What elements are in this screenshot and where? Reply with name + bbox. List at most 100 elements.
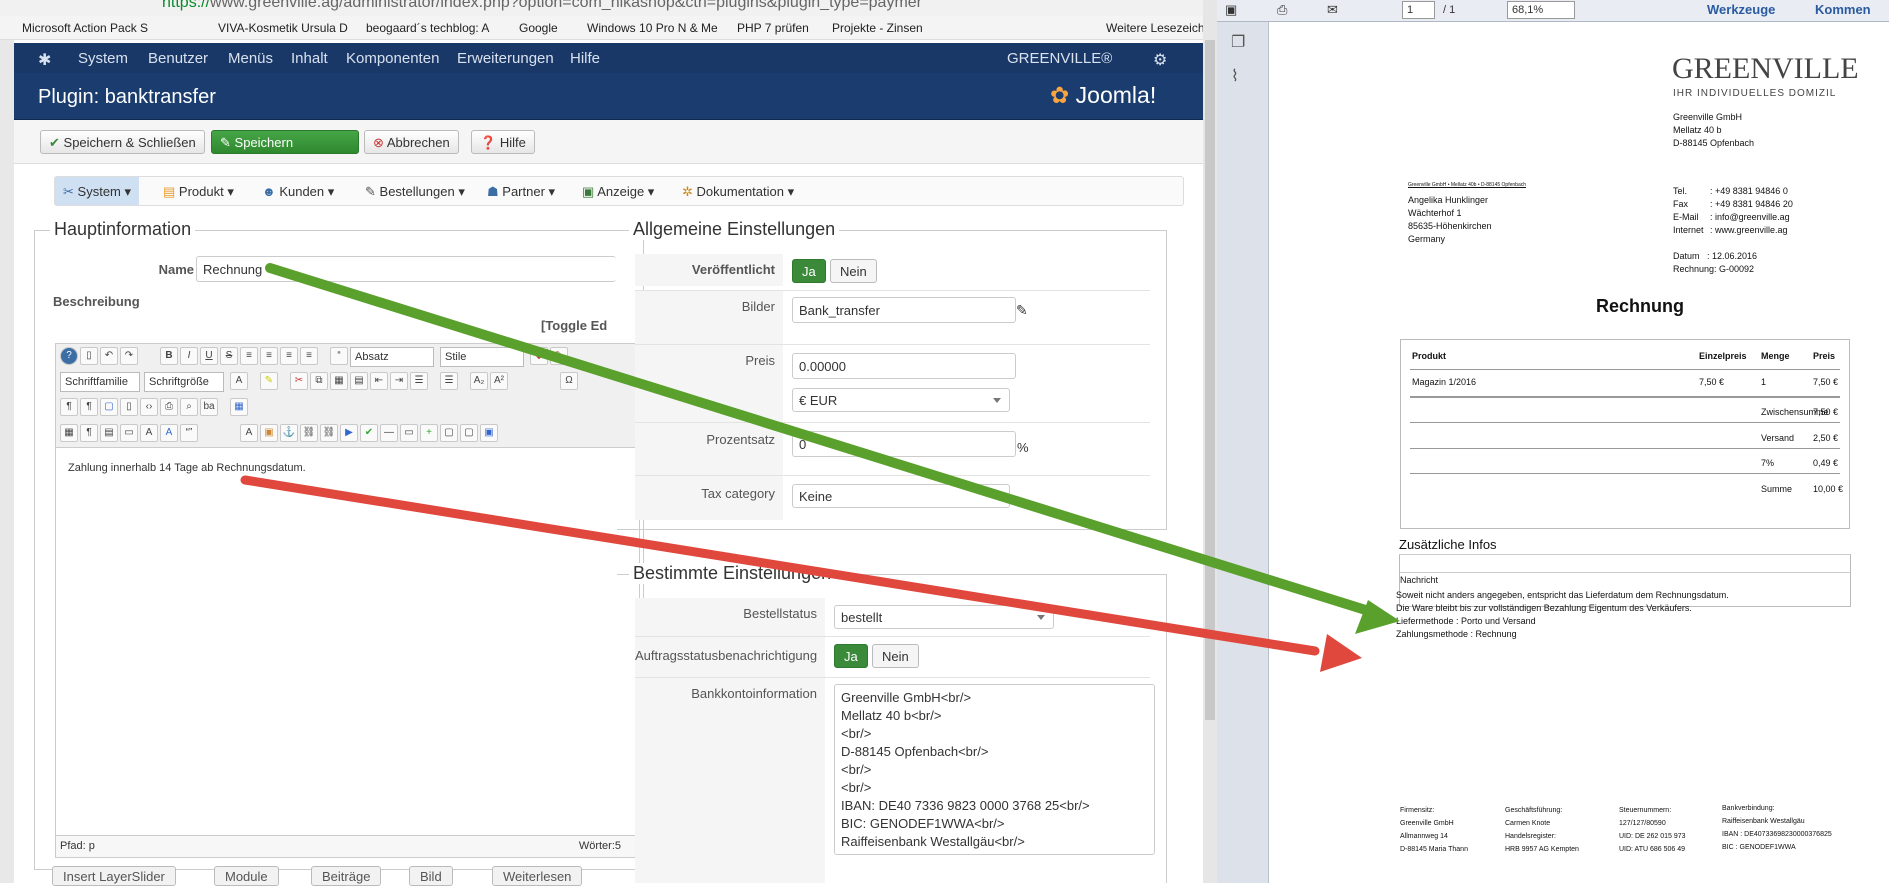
font-icon[interactable]: A (160, 424, 178, 442)
readmore-button[interactable]: Weiterlesen (492, 866, 583, 886)
zoom-select[interactable]: 68,1% (1507, 1, 1575, 19)
rtl-icon[interactable]: ¶ (80, 398, 98, 416)
module-button[interactable]: Module (214, 866, 279, 886)
ltr-icon[interactable]: ¶ (60, 398, 78, 416)
format-select[interactable]: Absatz (350, 347, 434, 367)
table-icon[interactable]: ▦ (230, 398, 248, 416)
joomla-icon[interactable]: ✱ (38, 50, 51, 70)
hika-orders[interactable]: ✎ Bestellungen ▾ (365, 184, 465, 200)
brush-icon[interactable]: ✎ (550, 347, 568, 365)
order-status-select[interactable]: bestellt (834, 605, 1054, 629)
pilcrow-icon[interactable]: ¶ (80, 424, 98, 442)
mail-icon[interactable]: ✉ (1327, 2, 1338, 18)
currency-select[interactable]: € EUR (792, 388, 1010, 412)
notify-yes[interactable]: Ja (834, 644, 868, 668)
new-doc-icon[interactable]: ▯ (80, 347, 98, 365)
outdent-icon[interactable]: ⇤ (370, 372, 388, 390)
text-color-icon[interactable]: A (230, 372, 248, 390)
hr-icon[interactable]: — (380, 424, 398, 442)
save-icon[interactable]: ▣ (1225, 2, 1237, 18)
strike-icon[interactable]: S (220, 347, 238, 365)
pages-icon[interactable]: ❐ (1231, 32, 1245, 52)
highlight-icon[interactable]: ✎ (260, 372, 278, 390)
code-icon[interactable]: ‹› (140, 398, 158, 416)
published-yes[interactable]: Ja (792, 259, 826, 283)
cut-icon[interactable]: ✂ (290, 372, 308, 390)
nav-content[interactable]: Inhalt (291, 50, 328, 67)
redo-icon[interactable]: ↷ (120, 347, 138, 365)
url-field[interactable]: https://www.greenville.ag/administrator/… (162, 0, 922, 12)
bookmark-folder[interactable]: Weitere Lesezeichen (1106, 21, 1218, 35)
nav-users[interactable]: Benutzer (148, 50, 208, 67)
nav-extensions[interactable]: Erweiterungen (457, 50, 554, 67)
unlink-icon[interactable]: ⛓ (320, 424, 338, 442)
bookmark[interactable]: Microsoft Action Pack S (22, 21, 148, 35)
notify-no[interactable]: Nein (872, 644, 919, 668)
replace-icon[interactable]: ba (200, 398, 218, 416)
pagebreak-icon[interactable]: ▭ (400, 424, 418, 442)
bold-icon[interactable]: B (160, 347, 178, 365)
undo-icon[interactable]: ↶ (100, 347, 118, 365)
special-char-icon[interactable]: Ω (560, 372, 578, 390)
toggle-editor-link[interactable]: [Toggle Ed (541, 318, 607, 333)
editor-content[interactable]: Zahlung innerhalb 14 Tage ab Rechnungsda… (68, 462, 306, 474)
image-icon[interactable]: ▣ (260, 424, 278, 442)
images-input[interactable]: Bank_transfer (792, 297, 1016, 323)
align-center-icon[interactable]: ≡ (260, 347, 278, 365)
hika-system[interactable]: ✂ System ▾ (55, 177, 140, 205)
name-input[interactable]: Rechnung (196, 256, 616, 282)
image-button[interactable]: Bild (409, 866, 453, 886)
time-icon[interactable]: ▢ (460, 424, 478, 442)
ordered-list-icon[interactable]: ☰ (410, 372, 428, 390)
articles-button[interactable]: Beiträge (311, 866, 382, 886)
indent-icon[interactable]: ⇥ (390, 372, 408, 390)
hika-docs[interactable]: ✲ Dokumentation ▾ (682, 184, 794, 200)
align-left-icon[interactable]: ≡ (240, 347, 258, 365)
pencil-icon[interactable]: ✎ (1016, 302, 1028, 319)
font-family-select[interactable]: Schriftfamilie (60, 372, 140, 392)
anchor-icon[interactable]: ⚓ (280, 424, 298, 442)
italic-icon[interactable]: I (180, 347, 198, 365)
site-link[interactable]: GREENVILLE® (1007, 50, 1112, 67)
price-input[interactable]: 0.00000 (792, 353, 1016, 379)
date-icon[interactable]: ▢ (440, 424, 458, 442)
style-select[interactable]: Stile (440, 347, 524, 367)
layer-icon[interactable]: ▭ (120, 424, 138, 442)
bullet-list-icon[interactable]: ☰ (440, 372, 458, 390)
spellcheck-icon[interactable]: ✔ (360, 424, 378, 442)
copy-icon[interactable]: ⧉ (310, 372, 328, 390)
cleanup-icon[interactable]: A (240, 424, 258, 442)
hika-display[interactable]: ▣ Anzeige ▾ (582, 184, 654, 200)
attachment-icon[interactable]: ⌇ (1231, 66, 1239, 86)
page-number-input[interactable]: 1 (1402, 1, 1435, 19)
justify-icon[interactable]: ≡ (300, 347, 318, 365)
published-no[interactable]: Nein (830, 259, 877, 283)
blockquote-icon[interactable]: “ (330, 347, 348, 365)
abbr-icon[interactable]: “” (180, 424, 198, 442)
gear-icon[interactable]: ⚙ (1153, 50, 1167, 70)
hika-customers[interactable]: ☻ Kunden ▾ (262, 184, 334, 200)
hika-product[interactable]: ▤ Produkt ▾ (163, 184, 234, 200)
tools-tab[interactable]: Werkzeuge (1707, 2, 1775, 17)
print-icon[interactable]: ⎙ (1277, 2, 1287, 18)
bookmark[interactable]: PHP 7 prüfen (737, 21, 809, 35)
media-icon[interactable]: ▶ (340, 424, 358, 442)
help-button[interactable]: ❓ Hilfe (471, 130, 535, 154)
underline-icon[interactable]: U (200, 347, 218, 365)
bookmark[interactable]: VIVA-Kosmetik Ursula D (218, 21, 348, 35)
percent-input[interactable]: 0 (792, 431, 1016, 457)
insert-icon[interactable]: + (420, 424, 438, 442)
fullscreen-icon[interactable]: ▢ (100, 398, 118, 416)
bookmark[interactable]: beogaard´s techblog: A (366, 21, 489, 35)
help-icon[interactable]: ? (60, 347, 78, 365)
print-icon[interactable]: ⎙ (160, 398, 178, 416)
nav-help[interactable]: Hilfe (570, 50, 600, 67)
bookmark[interactable]: Projekte - Zinsen (832, 21, 923, 35)
insert-layerslider-button[interactable]: Insert LayerSlider (52, 866, 176, 886)
save-close-button[interactable]: ✔ Speichern & Schließen (40, 130, 205, 154)
bank-info-textarea[interactable]: Greenville GmbH<br/> Mellatz 40 b<br/> <br… (834, 684, 1155, 855)
nav-components[interactable]: Komponenten (346, 50, 439, 67)
visual-aid-icon[interactable]: ▦ (60, 424, 78, 442)
link-icon[interactable]: ⛓ (300, 424, 318, 442)
font-size-select[interactable]: Schriftgröße (144, 372, 224, 392)
